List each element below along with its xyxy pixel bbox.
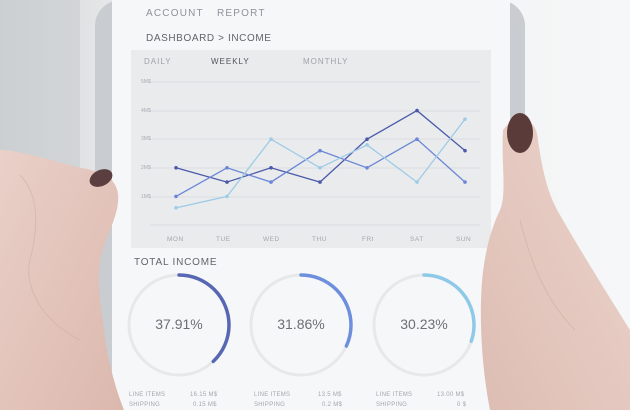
x-axis-tick: SAT: [410, 236, 424, 243]
income-data-point: [174, 166, 178, 170]
income-data-point: [318, 148, 322, 153]
income-data-point: [318, 166, 322, 170]
income-data-point: [225, 194, 229, 199]
shipping-value: 0.15 M$: [193, 402, 217, 408]
line-items-label: LINE ITEMS: [254, 392, 291, 398]
income-data-point: [463, 148, 467, 153]
line-items-value: 13.00 M$: [437, 392, 465, 398]
income-data-point: [225, 166, 229, 170]
income-data-point: [269, 180, 273, 184]
ring-percent-label: 30.23%: [400, 316, 448, 332]
income-data-point: [174, 206, 178, 210]
income-data-point: [269, 166, 273, 170]
x-axis-tick: SUN: [456, 236, 472, 243]
income-data-point: [174, 194, 178, 199]
income-data-point: [415, 108, 419, 113]
income-data-point: [318, 180, 322, 184]
shipping-label: SHIPPING: [129, 402, 161, 408]
tab-monthly[interactable]: MONTHLY: [303, 57, 349, 66]
line-items-label: LINE ITEMS: [129, 392, 166, 398]
x-axis-tick: FRI: [362, 236, 374, 243]
shipping-label: SHIPPING: [376, 402, 408, 408]
line-items-label: LINE ITEMS: [376, 392, 413, 398]
income-data-point: [365, 166, 369, 170]
income-data-point: [365, 137, 369, 141]
shipping-value: 0.2 M$: [322, 402, 343, 408]
total-income-title: TOTAL INCOME: [134, 257, 218, 268]
line-items-value: 13.5 M$: [318, 392, 342, 398]
x-axis-tick: TUE: [216, 236, 231, 243]
y-axis-tick: 5M$: [141, 79, 151, 85]
income-data-point: [463, 180, 467, 184]
right-thumb-nail: [507, 113, 533, 153]
income-data-point: [463, 117, 467, 121]
y-axis-tick: 4M$: [141, 108, 151, 114]
tab-weekly[interactable]: WEEKLY: [211, 57, 250, 66]
breadcrumb: DASHBOARD > INCOME: [146, 33, 272, 44]
line-items-value: 16.15 M$: [190, 392, 218, 398]
income-data-point: [365, 143, 369, 147]
shipping-label: SHIPPING: [254, 402, 286, 408]
chart-panel: [131, 50, 491, 248]
income-data-point: [415, 137, 419, 141]
nav-account[interactable]: ACCOUNT: [146, 8, 204, 19]
ring-percent-label: 37.91%: [155, 316, 203, 332]
nav-report[interactable]: REPORT: [217, 8, 266, 19]
ring-percent-label: 31.86%: [277, 316, 325, 332]
income-data-point: [225, 180, 229, 184]
shipping-value: 0 $: [457, 402, 467, 408]
y-axis-tick: 3M$: [141, 136, 151, 142]
y-axis-tick: 2M$: [141, 165, 151, 171]
x-axis-tick: THU: [312, 236, 327, 243]
income-data-point: [269, 137, 273, 141]
y-axis-tick: 1M$: [141, 194, 151, 200]
x-axis-tick: WED: [263, 236, 280, 243]
x-axis-tick: MON: [167, 236, 184, 243]
income-data-point: [415, 180, 419, 184]
tab-daily[interactable]: DAILY: [144, 57, 172, 66]
